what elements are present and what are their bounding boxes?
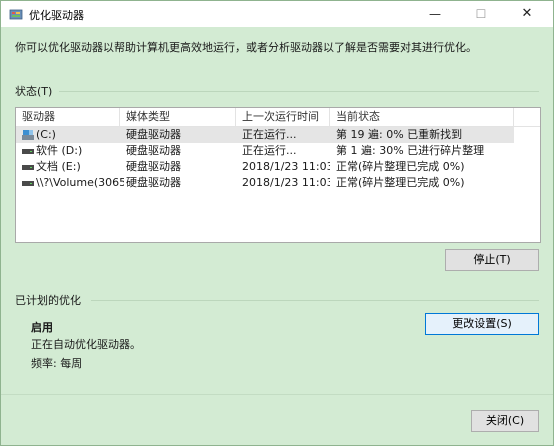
- drive-icon: [22, 181, 34, 186]
- optimize-drives-window: 优化驱动器 — ☐ ✕ 你可以优化驱动器以帮助计算机更高效地运行，或者分析驱动器…: [0, 0, 554, 446]
- drive-name: 文档 (E:): [36, 160, 81, 173]
- last-run-time: 2018/1/23 11:03: [242, 160, 330, 173]
- close-button[interactable]: 关闭(C): [471, 410, 539, 432]
- schedule-frequency: 频率: 每周: [31, 357, 83, 370]
- minimize-icon: —: [429, 7, 441, 21]
- status-section-label: 状态(T): [15, 85, 53, 98]
- drive-row[interactable]: 软件 (D:) 硬盘驱动器 正在运行... 第 1 遍: 30% 已进行碎片整理: [16, 143, 540, 159]
- drives-list[interactable]: 驱动器 媒体类型 上一次运行时间 当前状态 (C:) 硬盘驱动器 正在运行...…: [15, 107, 541, 243]
- media-type: 硬盘驱动器: [126, 160, 181, 173]
- drive-row[interactable]: 文档 (E:) 硬盘驱动器 2018/1/23 11:03 正常(碎片整理已完成…: [16, 159, 540, 175]
- stop-button[interactable]: 停止(T): [445, 249, 539, 271]
- last-run-time: 正在运行...: [242, 144, 297, 157]
- scheduled-section-label: 已计划的优化: [15, 294, 81, 307]
- defrag-app-icon: [9, 9, 23, 20]
- column-header-last-run[interactable]: 上一次运行时间: [236, 108, 330, 126]
- current-status: 第 1 遍: 30% 已进行碎片整理: [336, 144, 485, 157]
- drive-icon: [22, 165, 34, 170]
- column-header-current-status[interactable]: 当前状态: [330, 108, 514, 126]
- drive-name: 软件 (D:): [36, 144, 83, 157]
- schedule-detail: 正在自动优化驱动器。: [31, 338, 141, 351]
- last-run-time: 正在运行...: [242, 128, 297, 141]
- window-title: 优化驱动器: [29, 9, 84, 22]
- maximize-icon: ☐: [475, 7, 487, 21]
- media-type: 硬盘驱动器: [126, 128, 181, 141]
- drive-row[interactable]: \\?\Volume(3065... 硬盘驱动器 2018/1/23 11:03…: [16, 175, 540, 191]
- system-drive-icon: [22, 130, 34, 140]
- close-icon: ✕: [521, 6, 533, 21]
- media-type: 硬盘驱动器: [126, 144, 181, 157]
- media-type: 硬盘驱动器: [126, 176, 181, 189]
- title-bar: 优化驱动器 — ☐ ✕: [1, 1, 553, 27]
- maximize-button[interactable]: ☐: [463, 1, 499, 27]
- schedule-state: 启用: [31, 321, 53, 334]
- drive-icon: [22, 149, 34, 154]
- change-settings-button[interactable]: 更改设置(S): [425, 313, 539, 335]
- drive-row[interactable]: (C:) 硬盘驱动器 正在运行... 第 19 遍: 0% 已重新找到: [16, 127, 514, 143]
- current-status: 第 19 遍: 0% 已重新找到: [336, 128, 463, 141]
- last-run-time: 2018/1/23 11:03: [242, 176, 330, 189]
- current-status: 正常(碎片整理已完成 0%): [336, 176, 465, 189]
- drives-list-header: 驱动器 媒体类型 上一次运行时间 当前状态: [16, 108, 540, 127]
- column-header-drive[interactable]: 驱动器: [16, 108, 120, 126]
- footer-divider: [1, 394, 553, 395]
- drive-name: \\?\Volume(3065...: [36, 176, 124, 189]
- minimize-button[interactable]: —: [417, 1, 453, 27]
- current-status: 正常(碎片整理已完成 0%): [336, 160, 465, 173]
- close-window-button[interactable]: ✕: [509, 1, 545, 27]
- drive-name: (C:): [36, 128, 56, 141]
- column-header-media-type[interactable]: 媒体类型: [120, 108, 236, 126]
- description-text: 你可以优化驱动器以帮助计算机更高效地运行，或者分析驱动器以了解是否需要对其进行优…: [15, 41, 477, 54]
- scheduled-divider: [91, 300, 539, 301]
- status-divider: [59, 91, 539, 92]
